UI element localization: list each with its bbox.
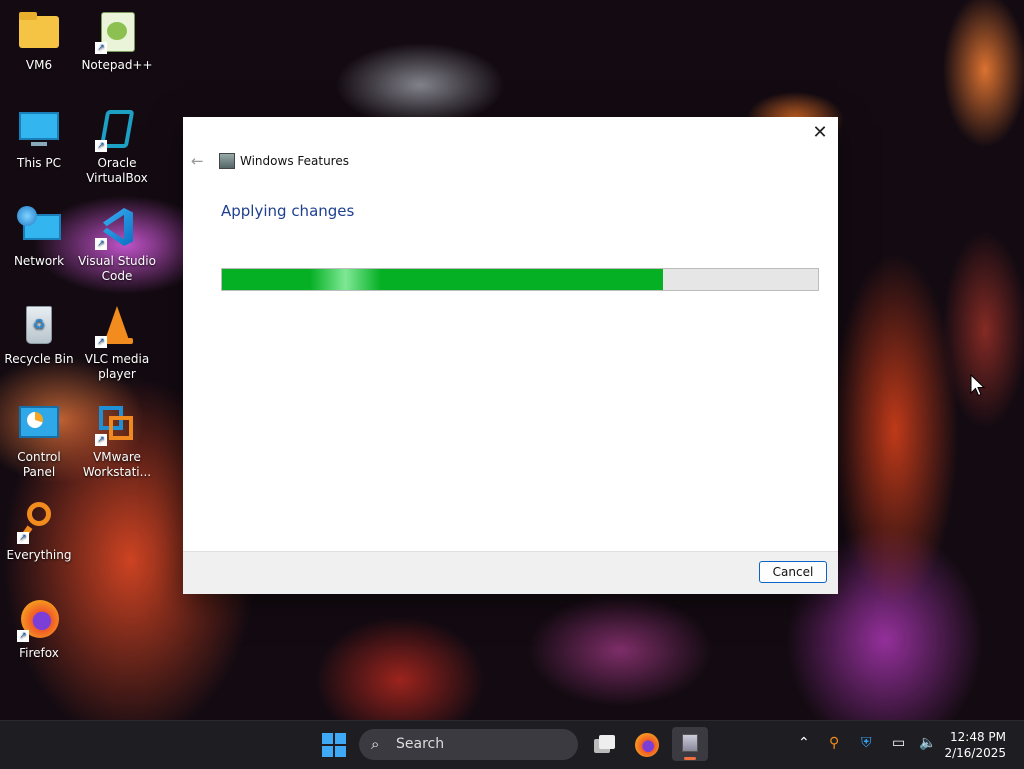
desktop-icon-everything[interactable]: ↗ Everything — [0, 500, 78, 563]
desktop-icon-vlc[interactable]: ↗ VLC media player — [78, 304, 156, 382]
windows-logo-icon — [322, 733, 333, 744]
network-tray-icon[interactable]: ▭ — [892, 735, 905, 751]
chevron-up-icon[interactable]: ⌃ — [798, 735, 810, 751]
desktop-icon-recycle-bin[interactable]: ♻ Recycle Bin — [0, 304, 78, 367]
desktop-icon-label: Notepad++ — [81, 58, 153, 72]
recycle-bin-icon: ♻ — [17, 304, 61, 348]
vmware-icon: ↗ — [95, 402, 139, 446]
desktop-icon-label: Recycle Bin — [4, 352, 74, 366]
taskbar-search-box[interactable]: ⌕ Search — [359, 729, 578, 760]
desktop-icon-vm6[interactable]: VM6 — [0, 10, 78, 73]
shortcut-arrow-icon: ↗ — [17, 532, 29, 544]
vscode-icon: ↗ — [95, 206, 139, 250]
everything-search-icon: ↗ — [17, 500, 61, 544]
start-button[interactable] — [322, 733, 346, 757]
firefox-icon: ↗ — [17, 598, 61, 642]
desktop-icon-notepadpp[interactable]: ↗ Notepad++ — [78, 10, 156, 73]
dialog-heading: Applying changes — [221, 202, 355, 220]
firefox-icon — [635, 733, 659, 757]
windows-features-icon — [219, 153, 235, 169]
windows-features-dialog: ✕ ← Windows Features Applying changes Ca… — [183, 117, 838, 594]
network-icon — [17, 206, 61, 250]
desktop-icon-vscode[interactable]: ↗ Visual Studio Code — [78, 206, 156, 284]
progress-bar-fill — [222, 269, 664, 290]
vlc-icon: ↗ — [95, 304, 139, 348]
clock-date: 2/16/2025 — [944, 746, 1006, 760]
desktop-icon-label: Network — [13, 254, 65, 268]
shortcut-arrow-icon: ↗ — [95, 140, 107, 152]
monitor-icon — [17, 108, 61, 152]
desktop-icon-label: VM6 — [25, 58, 53, 72]
desktop-icon-vmware[interactable]: ↗ VMware Workstati... — [78, 402, 156, 480]
desktop-icon-label: Visual Studio Code — [78, 254, 156, 283]
taskbar-firefox-button[interactable] — [633, 731, 661, 759]
desktop-icon-label: Firefox — [19, 646, 59, 660]
desktop-icon-this-pc[interactable]: This PC — [0, 108, 78, 171]
search-icon: ⌕ — [371, 735, 380, 753]
progress-bar — [221, 268, 819, 291]
desktop-icon-label: Control Panel — [17, 450, 61, 479]
clock[interactable]: 12:48 PM 2/16/2025 — [944, 729, 1006, 761]
desktop-icon-label: VLC media player — [84, 352, 150, 381]
task-view-button[interactable] — [590, 731, 618, 759]
cancel-button[interactable]: Cancel — [759, 561, 827, 583]
desktop-icon-label: This PC — [17, 156, 61, 170]
shortcut-arrow-icon: ↗ — [95, 42, 107, 54]
taskbar-windows-features-button[interactable] — [672, 727, 708, 761]
control-panel-icon — [17, 402, 61, 446]
shortcut-arrow-icon: ↗ — [95, 336, 107, 348]
dialog-footer: Cancel — [183, 551, 838, 594]
windows-features-icon — [682, 734, 698, 752]
desktop-icon-firefox[interactable]: ↗ Firefox — [0, 598, 78, 661]
search-placeholder: Search — [396, 736, 445, 752]
desktop-icon-control-panel[interactable]: Control Panel — [0, 402, 78, 480]
shortcut-arrow-icon: ↗ — [17, 630, 29, 642]
virtualbox-icon: ↗ — [95, 108, 139, 152]
desktop-icon-network[interactable]: Network — [0, 206, 78, 269]
desktop-icon-virtualbox[interactable]: ↗ Oracle VirtualBox — [78, 108, 156, 186]
everything-tray-icon[interactable]: ⚲ — [829, 735, 839, 751]
notepadpp-icon: ↗ — [95, 10, 139, 54]
desktop-icon-label: Oracle VirtualBox — [86, 156, 148, 185]
shortcut-arrow-icon: ↗ — [95, 434, 107, 446]
shortcut-arrow-icon: ↗ — [95, 238, 107, 250]
desktop-icon-label: Everything — [6, 548, 72, 562]
taskbar: ⌕ Search ⌃ ⚲ ⛨ ▭ 🔈 12:48 PM 2/16/2025 — [0, 720, 1024, 769]
folder-icon — [17, 10, 61, 54]
close-button[interactable]: ✕ — [808, 121, 832, 145]
defender-shield-icon[interactable]: ⛨ — [861, 735, 872, 751]
speaker-muted-icon[interactable]: 🔈 — [919, 735, 936, 751]
clock-time: 12:48 PM — [950, 730, 1006, 744]
desktop-icon-label: VMware Workstati... — [82, 450, 152, 479]
mouse-cursor-icon — [970, 374, 986, 397]
back-arrow-icon[interactable]: ← — [191, 152, 204, 170]
dialog-title: Windows Features — [240, 154, 349, 168]
